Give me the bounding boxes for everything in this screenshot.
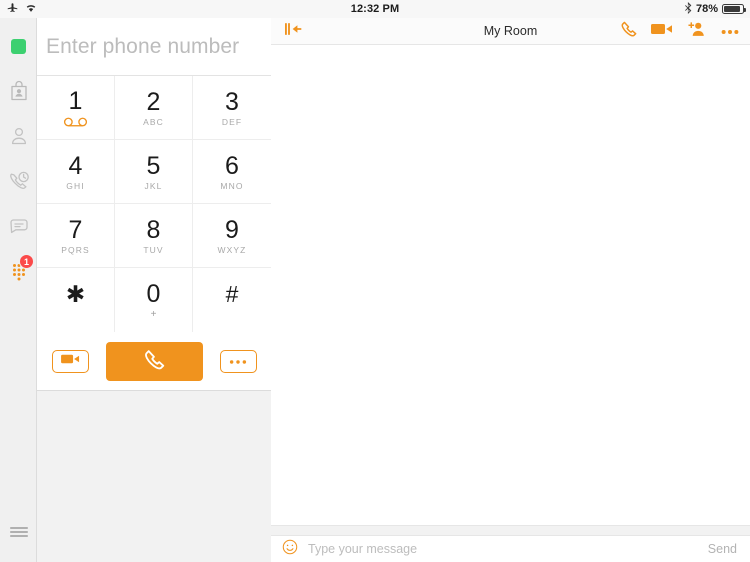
keypad-letters: PQRS [61, 244, 90, 255]
keypad-key-0[interactable]: 0 + [115, 268, 193, 332]
sidebar-item-presence-status[interactable] [0, 24, 37, 69]
dialer-action-bar [37, 332, 271, 391]
voicemail-icon [63, 117, 88, 127]
status-bar-time: 12:32 PM [350, 3, 400, 15]
keypad-key-8[interactable]: 8 TUV [115, 204, 193, 268]
message-input[interactable] [308, 542, 688, 556]
keypad-digit: 7 [68, 215, 83, 244]
keypad-digit: 4 [68, 151, 83, 180]
keypad-digit: 5 [146, 151, 161, 180]
emoji-smiley-icon [282, 539, 298, 560]
send-button[interactable]: Send [708, 542, 737, 556]
audio-call-button[interactable] [620, 20, 637, 42]
more-options-button[interactable] [219, 349, 257, 373]
keypad-digit: 1 [68, 87, 83, 115]
person-icon [7, 124, 31, 148]
phone-number-placeholder: Enter phone number [46, 34, 240, 58]
sidebar-item-contact-card[interactable] [0, 68, 37, 113]
composer-divider [271, 525, 750, 535]
sidebar-item-menu[interactable] [0, 514, 37, 554]
keypad-digit: 6 [225, 151, 239, 180]
dialer-empty-area [37, 391, 271, 562]
keypad-letters: ABC [143, 116, 164, 127]
chat-panel: My Room Type your message Send [271, 18, 750, 562]
keypad-digit: 2 [146, 87, 161, 116]
chat-header: My Room [271, 18, 750, 45]
keypad-digit: 9 [225, 215, 239, 244]
keypad-key-2[interactable]: 2 ABC [115, 76, 193, 140]
left-nav-rail: 1 [0, 18, 37, 562]
keypad-letters: MNO [220, 180, 244, 191]
chat-toolbar [620, 20, 740, 42]
status-bar-right: 78% [684, 1, 746, 17]
status-bar: 12:32 PM 78% [0, 0, 750, 18]
sidebar-item-call-history[interactable] [0, 158, 37, 203]
contact-card-icon [7, 79, 31, 103]
keypad-key-7[interactable]: 7 PQRS [37, 204, 115, 268]
keypad-letters: JKL [144, 180, 163, 191]
keypad-key-9[interactable]: 9 WXYZ [193, 204, 271, 268]
keypad-digit: ✱ [65, 281, 86, 307]
keypad-letters: TUV [143, 244, 164, 255]
call-history-icon [7, 169, 31, 193]
video-call-button[interactable] [651, 22, 673, 41]
sidebar-item-messages[interactable] [0, 203, 37, 248]
dialer-panel: Enter phone number 1 2 ABC 3 DEF 4 GHI 5… [37, 18, 271, 562]
more-options-button[interactable] [720, 22, 740, 40]
green-square-status-icon [11, 39, 26, 54]
more-dots-icon [228, 352, 248, 370]
add-participant-button[interactable] [687, 21, 706, 42]
sidebar-item-dialpad[interactable]: 1 [0, 248, 37, 293]
battery-icon [722, 4, 746, 14]
chat-message-area [271, 45, 750, 535]
video-camera-icon [60, 352, 80, 370]
keypad-key-star[interactable]: ✱ [37, 268, 115, 332]
emoji-button[interactable] [282, 539, 298, 560]
keypad-key-hash[interactable]: # [193, 268, 271, 332]
keypad-letters: DEF [221, 116, 243, 127]
keypad-key-4[interactable]: 4 GHI [37, 140, 115, 204]
phone-number-field[interactable]: Enter phone number [37, 18, 271, 76]
call-button[interactable] [105, 341, 203, 381]
keypad-digit: 8 [146, 215, 161, 244]
keypad-letters: GHI [66, 180, 85, 191]
chat-bubble-icon [7, 214, 31, 238]
message-composer: Send [271, 535, 750, 562]
keypad-letters: + [150, 309, 157, 320]
dialpad-badge-count: 1 [19, 254, 34, 269]
keypad-key-6[interactable]: 6 MNO [193, 140, 271, 204]
keypad-key-1[interactable]: 1 [37, 76, 115, 140]
bluetooth-icon [684, 1, 692, 17]
keypad-digit: 3 [225, 87, 239, 116]
keypad-key-5[interactable]: 5 JKL [115, 140, 193, 204]
app-root: 12:32 PM 78% 1 Enter phone number 1 2 AB… [0, 0, 750, 562]
sidebar-item-profile[interactable] [0, 113, 37, 158]
keypad-grid: 1 2 ABC 3 DEF 4 GHI 5 JKL 6 MNO 7 PQRS 8… [37, 76, 271, 332]
keypad-digit: 0 [146, 280, 161, 308]
keypad-digit: # [225, 281, 239, 307]
keypad-letters: WXYZ [217, 244, 247, 255]
battery-percent-label: 78% [695, 3, 718, 15]
video-call-button[interactable] [51, 349, 89, 373]
keypad-key-3[interactable]: 3 DEF [193, 76, 271, 140]
hamburger-menu-icon [9, 525, 29, 544]
phone-handset-icon [143, 348, 165, 375]
